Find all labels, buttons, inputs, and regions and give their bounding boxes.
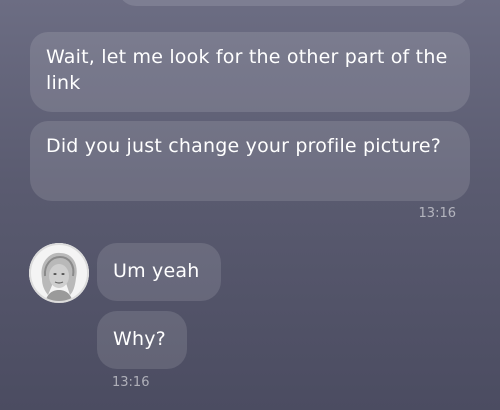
- message-text: Um yeah: [113, 260, 200, 282]
- message-bubble-outgoing[interactable]: Wait, let me look for the other part of …: [30, 32, 470, 112]
- message-bubble-incoming[interactable]: Why?: [97, 311, 187, 369]
- message-bubble-outgoing-partial[interactable]: [118, 0, 470, 6]
- profile-photo-icon: [29, 243, 89, 303]
- chat-thread: Wait, let me look for the other part of …: [0, 0, 500, 410]
- message-bubble-outgoing[interactable]: Did you just change your profile picture…: [30, 121, 470, 201]
- message-bubble-incoming[interactable]: Um yeah: [97, 243, 221, 301]
- message-text: Wait, let me look for the other part of …: [46, 46, 448, 94]
- message-timestamp: 13:16: [112, 375, 150, 390]
- message-text: Why?: [113, 328, 166, 350]
- message-text: Did you just change your profile picture…: [46, 135, 442, 157]
- message-timestamp: 13:16: [418, 206, 456, 221]
- avatar[interactable]: [29, 243, 89, 303]
